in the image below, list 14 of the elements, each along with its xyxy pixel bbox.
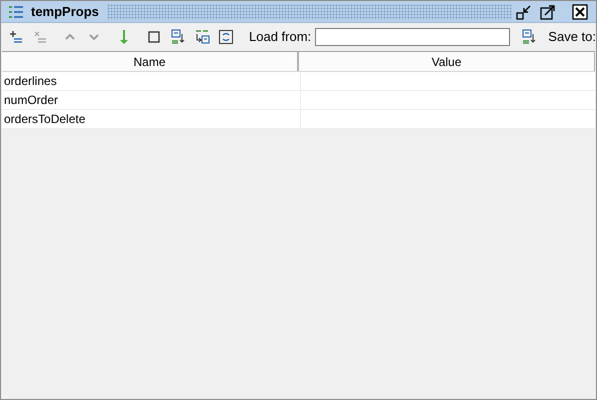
close-icon[interactable] [572,4,588,20]
save-to-label: Save to: [548,28,596,46]
load-from-label: Load from: [249,28,312,46]
window-title: tempProps [30,2,100,21]
table-cell: ordersToDelete [2,110,301,128]
title-grip[interactable] [106,4,512,20]
list-icon [9,6,23,18]
column-header[interactable]: Name [2,52,299,71]
maximize-icon[interactable] [540,4,556,20]
table-cell: orderlines [2,72,301,90]
restore-icon[interactable] [516,4,532,20]
load-from-field[interactable] [315,28,510,46]
column-header[interactable]: Value [299,52,595,71]
table-cell: numOrder [2,91,301,109]
